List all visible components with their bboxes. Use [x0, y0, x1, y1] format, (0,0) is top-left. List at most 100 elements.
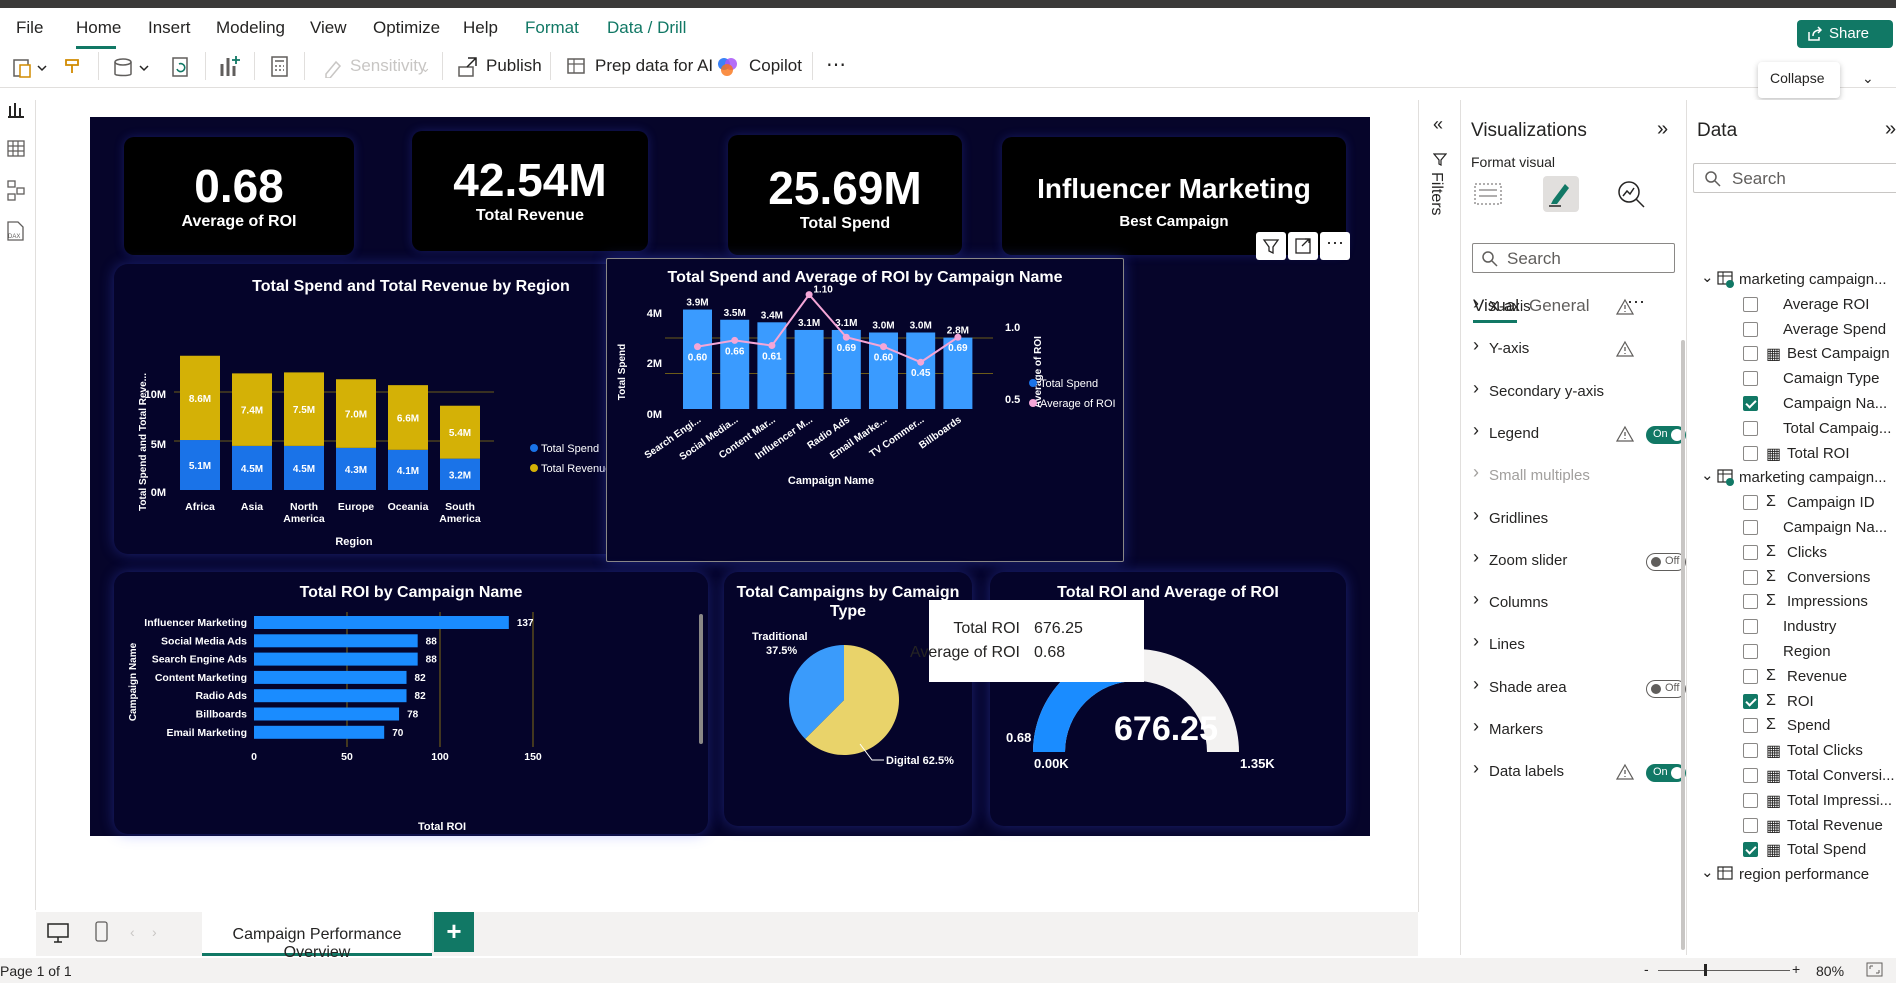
- field-item[interactable]: Σ Impressions: [1687, 590, 1896, 614]
- field-item[interactable]: ▦ Total Revenue: [1687, 814, 1896, 838]
- field-item[interactable]: ▦ Total Spend: [1687, 838, 1896, 862]
- field-item[interactable]: Average ROI: [1687, 293, 1896, 317]
- field-checkbox[interactable]: [1743, 346, 1758, 362]
- roi-point[interactable]: [842, 333, 850, 341]
- bar-roi[interactable]: [254, 634, 418, 648]
- table-node[interactable]: ⌄ marketing campaign...: [1687, 466, 1896, 490]
- roi-point[interactable]: [768, 342, 776, 350]
- prep-data-icon[interactable]: [566, 56, 588, 78]
- field-checkbox[interactable]: [1743, 569, 1758, 585]
- tab-optimize[interactable]: Optimize: [373, 18, 440, 38]
- paste-icon[interactable]: [12, 56, 48, 80]
- field-checkbox[interactable]: [1743, 520, 1758, 535]
- bar-roi[interactable]: [254, 725, 385, 739]
- field-item[interactable]: Camaign Type: [1687, 367, 1896, 391]
- field-checkbox[interactable]: [1743, 594, 1758, 610]
- format-painter-icon[interactable]: [62, 56, 84, 78]
- kpi-card-total-revenue[interactable]: 42.54M Total Revenue: [412, 131, 648, 251]
- bar-roi[interactable]: [254, 616, 509, 629]
- tab-insert[interactable]: Insert: [148, 18, 191, 38]
- field-checkbox[interactable]: [1743, 817, 1758, 833]
- model-view-icon[interactable]: [7, 180, 27, 202]
- kpi-card-total-spend[interactable]: 25.69M Total Spend: [728, 135, 962, 255]
- table-node[interactable]: ⌄ marketing campaign...: [1687, 268, 1896, 292]
- add-page-button[interactable]: +: [434, 912, 474, 952]
- format-section-secondary-y-axis[interactable]: › Secondary y-axis: [1471, 377, 1671, 407]
- field-checkbox[interactable]: [1743, 693, 1758, 709]
- copilot-icon[interactable]: [716, 55, 740, 79]
- new-visual-icon[interactable]: [218, 54, 242, 80]
- tab-home[interactable]: Home: [76, 18, 121, 38]
- field-checkbox[interactable]: [1743, 396, 1758, 411]
- tab-format[interactable]: Format: [525, 18, 579, 38]
- bar-spend[interactable]: [831, 329, 861, 409]
- zoom-out-button[interactable]: -: [1644, 961, 1649, 977]
- zoom-slider-thumb[interactable]: [1704, 964, 1707, 976]
- roi-point[interactable]: [880, 343, 887, 351]
- zoom-in-button[interactable]: +: [1792, 961, 1800, 977]
- tab-help[interactable]: Help: [463, 18, 498, 38]
- format-section-data-labels[interactable]: › Data labels On: [1471, 757, 1686, 787]
- toggle-switch[interactable]: On: [1646, 764, 1686, 783]
- field-checkbox[interactable]: [1743, 495, 1758, 511]
- field-item[interactable]: Σ Revenue: [1687, 665, 1896, 689]
- field-item[interactable]: Region: [1687, 640, 1896, 664]
- format-section-small-multiples[interactable]: › Small multiples: [1471, 461, 1671, 491]
- calculator-icon[interactable]: [270, 55, 290, 79]
- publish-icon[interactable]: [456, 55, 480, 79]
- copilot-button[interactable]: Copilot: [749, 56, 802, 76]
- mobile-layout-icon[interactable]: [94, 920, 110, 944]
- field-checkbox[interactable]: [1743, 420, 1758, 436]
- analytics-icon[interactable]: [1615, 178, 1649, 212]
- chart-roi-by-campaign[interactable]: Total ROI by Campaign Name Campaign Name…: [114, 572, 708, 834]
- build-visual-icon[interactable]: [1471, 178, 1507, 212]
- field-item[interactable]: Average Spend: [1687, 318, 1896, 342]
- format-section-x-axis[interactable]: › X-axis: [1471, 292, 1671, 322]
- chevron-down-icon[interactable]: ⌄: [1701, 466, 1714, 484]
- chevron-down-icon[interactable]: ⌄: [1862, 70, 1874, 87]
- page-tab-campaign-overview[interactable]: Campaign Performance Overview: [202, 912, 432, 961]
- bar-roi[interactable]: [254, 652, 418, 666]
- scroll-left-icon[interactable]: ‹: [130, 924, 135, 940]
- field-checkbox[interactable]: [1743, 445, 1758, 461]
- roi-point[interactable]: [694, 343, 701, 351]
- field-checkbox[interactable]: [1743, 296, 1758, 312]
- field-item[interactable]: Σ ROI: [1687, 690, 1896, 714]
- field-item[interactable]: Σ Clicks: [1687, 541, 1896, 565]
- vertical-scrollbar[interactable]: [1681, 340, 1685, 950]
- filter-visual-button[interactable]: [1256, 232, 1286, 260]
- visual-more-options-button[interactable]: ⋯: [1320, 232, 1350, 260]
- chart-campaign-spend-roi[interactable]: Total Spend and Average of ROI by Campai…: [606, 258, 1124, 562]
- kpi-card-avg-roi[interactable]: 0.68 Average of ROI: [124, 137, 354, 255]
- zoom-slider[interactable]: [1658, 970, 1790, 971]
- report-view-icon[interactable]: [7, 100, 27, 118]
- field-item[interactable]: ▦ Total Conversi...: [1687, 764, 1896, 788]
- format-section-shade-area[interactable]: › Shade area Off: [1471, 673, 1686, 703]
- format-section-zoom-slider[interactable]: › Zoom slider Off: [1471, 546, 1686, 576]
- field-item[interactable]: Industry: [1687, 615, 1896, 639]
- tab-file[interactable]: File: [16, 18, 43, 38]
- tab-view[interactable]: View: [310, 18, 347, 38]
- table-node[interactable]: ⌄ region performance: [1687, 863, 1896, 887]
- more-options-button[interactable]: ⋯: [826, 52, 846, 77]
- tab-modeling[interactable]: Modeling: [216, 18, 285, 38]
- publish-button[interactable]: Publish: [486, 56, 542, 76]
- field-checkbox[interactable]: [1743, 668, 1758, 684]
- bar-roi[interactable]: [254, 670, 407, 684]
- bar-roi[interactable]: [254, 707, 400, 721]
- field-item[interactable]: ▦ Best Campaign: [1687, 342, 1896, 366]
- roi-point[interactable]: [731, 336, 739, 344]
- collapse-pane-icon[interactable]: »: [1885, 118, 1896, 141]
- refresh-icon[interactable]: [170, 56, 192, 80]
- format-section-lines[interactable]: › Lines: [1471, 630, 1671, 660]
- field-checkbox[interactable]: [1743, 842, 1758, 858]
- filters-pane-collapsed[interactable]: « Filters: [1418, 100, 1460, 912]
- bar-spend[interactable]: [794, 329, 824, 409]
- prep-data-button[interactable]: Prep data for AI: [595, 56, 713, 76]
- format-section-markers[interactable]: › Markers: [1471, 715, 1671, 745]
- chevron-down-icon[interactable]: ⌄: [1701, 863, 1714, 881]
- toggle-switch[interactable]: Off: [1646, 552, 1686, 571]
- field-item[interactable]: Σ Campaign ID: [1687, 491, 1896, 515]
- bar-spend[interactable]: [757, 322, 787, 409]
- bar-roi[interactable]: [254, 689, 407, 703]
